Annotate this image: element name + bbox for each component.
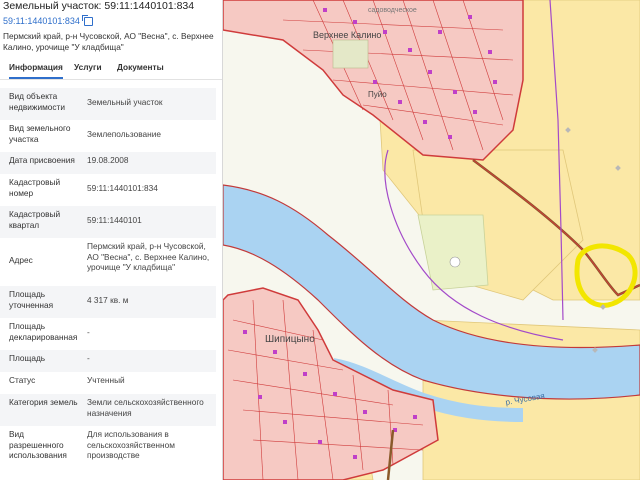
row-value: Землепользование [87,129,161,139]
map-canvas[interactable]: Верхнее Калино Пуйо Шипицыно р. Чусовая … [223,0,640,480]
row-key: Вид земельного участка [9,123,71,144]
table-row: Дата присвоения 19.08.2008 [0,152,216,174]
tab-information[interactable]: Информация [9,62,63,79]
row-key: Адрес [9,255,33,265]
village-top-small-label: Пуйо [368,90,387,99]
tab-documents[interactable]: Документы [117,62,164,72]
row-key: Площадь декларированная [9,321,78,342]
cadastral-number-link[interactable]: 59:11:1440101:834 [3,14,93,26]
row-value: Для использования в сельскохозяйственном… [87,429,175,460]
row-key: Кадастровый номер [9,177,61,198]
row-key: Дата присвоения [9,155,75,165]
row-value: 4 317 кв. м [87,295,129,305]
row-key: Площадь [9,353,46,363]
property-table: Вид объекта недвижимости Земельный участ… [0,88,216,470]
row-value: - [87,327,90,337]
table-row: Площадь уточненная 4 317 кв. м [0,286,216,318]
copy-icon[interactable] [81,14,93,26]
row-key: Площадь уточненная [9,289,54,310]
village-top-label: Верхнее Калино [313,30,381,40]
tab-services[interactable]: Услуги [74,62,102,72]
table-row: Вид земельного участка Землепользование [0,120,216,152]
table-row: Вид разрешенного использования Для испол… [0,426,216,470]
park-block [332,39,369,69]
row-value: 19.08.2008 [87,155,129,165]
row-key: Вид объекта недвижимости [9,91,65,112]
table-row: Категория земель Земли сельскохозяйствен… [0,394,216,426]
table-row: Кадастровый квартал 59:11:1440101 [0,206,216,238]
top-note-label: садоводческое [368,7,417,14]
table-row: Статус Учтенный [0,372,216,394]
village-bottom-label: Шипицыно [265,334,315,345]
landmark-icon [449,256,461,268]
row-value: 59:11:1440101 [87,215,142,225]
cadastral-map[interactable]: Верхнее Калино Пуйо Шипицыно р. Чусовая … [223,0,640,480]
table-row: Площадь декларированная - [0,318,216,350]
tab-bar: Информация Услуги Документы [0,57,222,80]
row-key: Статус [9,375,36,385]
address-subtitle: Пермский край, р-н Чусовской, АО "Весна"… [3,31,214,52]
row-key: Категория земель [9,397,78,407]
row-value: Земли сельскохозяйственного назначения [87,397,204,418]
table-row: Площадь - [0,350,216,372]
page-title: Земельный участок: 59:11:1440101:834 [3,0,195,12]
row-value: Земельный участок [87,97,163,107]
table-row: Вид объекта недвижимости Земельный участ… [0,88,216,120]
row-key: Вид разрешенного использования [9,429,67,460]
row-key: Кадастровый квартал [9,209,61,230]
row-value: Учтенный [87,375,125,385]
cadastral-number-text[interactable]: 59:11:1440101:834 [3,16,80,26]
row-value: 59:11:1440101:834 [87,183,158,193]
table-row: Кадастровый номер 59:11:1440101:834 [0,174,216,206]
info-panel: Земельный участок: 59:11:1440101:834 59:… [0,0,223,480]
table-row: Адрес Пермский край, р-н Чусовской, АО "… [0,238,216,286]
row-value: - [87,353,90,363]
row-value: Пермский край, р-н Чусовской, АО "Весна"… [87,241,210,272]
